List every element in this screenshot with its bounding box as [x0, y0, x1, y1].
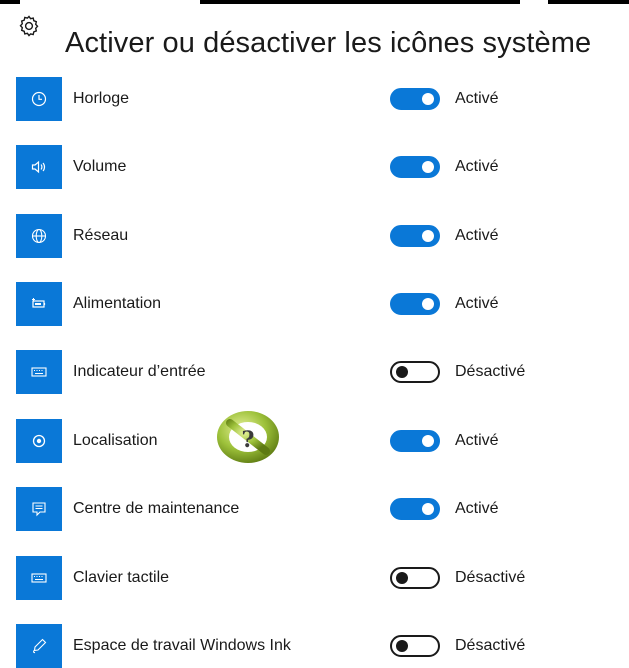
toggle-switch[interactable]	[390, 156, 440, 178]
setting-label: Clavier tactile	[73, 569, 170, 586]
toggle-knob	[422, 298, 434, 310]
toggle-knob	[422, 435, 434, 447]
pen-icon	[16, 624, 62, 668]
setting-label: Volume	[73, 158, 127, 175]
toggle-state-label: Activé	[455, 158, 499, 175]
toggle-knob	[396, 572, 408, 584]
setting-row-alimentation: Alimentation Activé	[0, 282, 629, 326]
toggle-knob	[422, 503, 434, 515]
setting-row-volume: Volume Activé	[0, 145, 629, 189]
toggle-state-label: Activé	[455, 90, 499, 107]
toggle-switch[interactable]	[390, 293, 440, 315]
badge-glyph: ?	[242, 427, 255, 453]
globe-icon	[16, 214, 62, 258]
setting-row-reseau: Réseau Activé	[0, 214, 629, 258]
page-title: Activer ou désactiver les icônes système	[65, 27, 592, 60]
setting-label: Centre de maintenance	[73, 500, 240, 517]
toggle-state-label: Désactivé	[455, 363, 526, 380]
setting-row-localisation: Localisation Activé	[0, 419, 629, 463]
toggle-state-label: Activé	[455, 227, 499, 244]
toggle-knob	[422, 93, 434, 105]
setting-label: Réseau	[73, 227, 129, 244]
toggle-switch[interactable]	[390, 567, 440, 589]
location-icon	[16, 419, 62, 463]
toggle-state-label: Désactivé	[455, 569, 526, 586]
keyboard-icon	[16, 350, 62, 394]
setting-row-windows-ink: Espace de travail Windows Ink Désactivé	[0, 624, 629, 668]
setting-row-clavier-tactile: Clavier tactile Désactivé	[0, 556, 629, 600]
clock-icon	[16, 77, 62, 121]
toggle-switch[interactable]	[390, 361, 440, 383]
speaker-icon	[16, 145, 62, 189]
setting-label: Localisation	[73, 432, 158, 449]
toggle-switch[interactable]	[390, 430, 440, 452]
toggle-state-label: Désactivé	[455, 637, 526, 654]
gear-icon	[17, 14, 41, 38]
setting-row-centre-maintenance: Centre de maintenance Activé	[0, 487, 629, 531]
toggle-knob	[396, 640, 408, 652]
touch-keyboard-icon	[16, 556, 62, 600]
action-center-icon	[16, 487, 62, 531]
battery-icon	[16, 282, 62, 326]
toggle-state-label: Activé	[455, 295, 499, 312]
toggle-switch[interactable]	[390, 225, 440, 247]
page-header: Activer ou désactiver les icônes système	[0, 4, 629, 59]
toggle-switch[interactable]	[390, 635, 440, 657]
toggle-knob	[396, 366, 408, 378]
toggle-knob	[422, 161, 434, 173]
setting-label: Indicateur d’entrée	[73, 363, 206, 380]
setting-label: Espace de travail Windows Ink	[73, 637, 291, 654]
no-help-badge-icon: ?	[212, 404, 284, 468]
toggle-switch[interactable]	[390, 88, 440, 110]
toggle-state-label: Activé	[455, 500, 499, 517]
toggle-knob	[422, 230, 434, 242]
setting-label: Horloge	[73, 90, 130, 107]
setting-label: Alimentation	[73, 295, 162, 312]
setting-row-horloge: Horloge Activé	[0, 77, 629, 121]
setting-row-indicateur-entree: Indicateur d’entrée Désactivé	[0, 350, 629, 394]
toggle-switch[interactable]	[390, 498, 440, 520]
toggle-state-label: Activé	[455, 432, 499, 449]
